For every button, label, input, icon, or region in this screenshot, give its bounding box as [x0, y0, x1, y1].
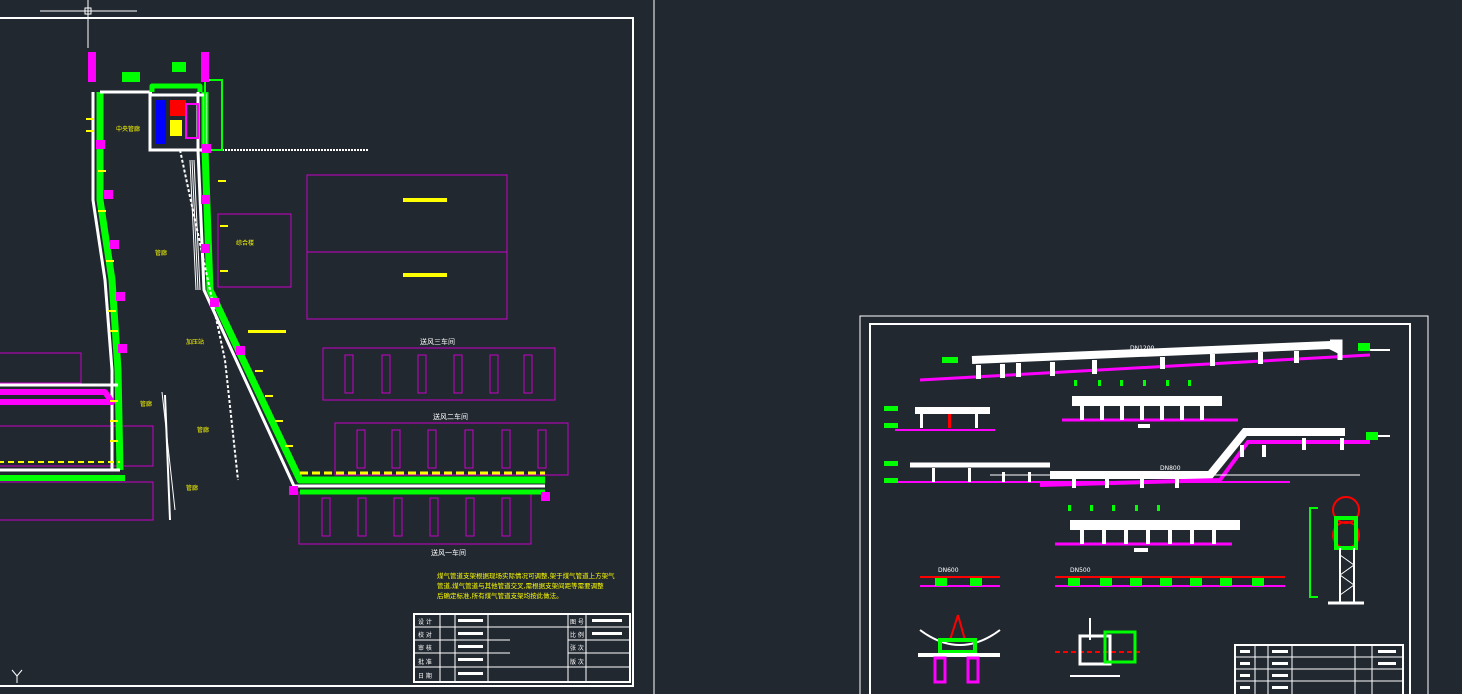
side-label-d: 综合楼 [236, 239, 254, 247]
building-yellow-marks [403, 198, 447, 277]
detail-bracket-left [918, 614, 1001, 684]
tb-right-1: 图 号 [570, 619, 584, 626]
detail-label-top: DN1200 [1130, 345, 1155, 352]
detail-elevation-top [919, 339, 1390, 382]
building-outlines [0, 174, 569, 545]
note-line-1: 煤气管道支架根据现场实际情况可调整,架于煤气管道上方架气 [437, 571, 615, 580]
tb-row-1: 设 计 [418, 618, 432, 626]
detail-riser [884, 428, 1390, 487]
crosshair-cursor-icon [40, 0, 137, 48]
right-sheet-frame [859, 315, 1429, 694]
tb-right-3: 张 次 [570, 644, 584, 652]
pipeline-main-route [0, 83, 545, 521]
tb-right-2: 比 例 [570, 631, 584, 639]
side-label-a: 加压站 [186, 338, 204, 346]
workshop-2-label: 送风二车间 [433, 412, 468, 421]
side-label-e: 管廊 [140, 400, 152, 408]
detail-short-left [884, 406, 995, 431]
detail-label-mid: DN800 [1160, 465, 1181, 472]
detail-label-cross2: DN500 [1070, 567, 1091, 574]
detail-rack-low [1055, 505, 1240, 552]
detail-rack-mid [1062, 380, 1238, 428]
general-note: 煤气管道支架根据现场实际情况可调整,架于煤气管道上方架气 管道,煤气管道与其他管… [437, 571, 615, 600]
detail-bracket-mid [1055, 618, 1140, 677]
side-label-c: 管廊 [155, 249, 167, 257]
note-line-3: 后确定标准,所有煤气管道支架均按此做法。 [437, 591, 563, 600]
titleblock-left [413, 613, 631, 683]
side-label-f: 管廊 [197, 426, 209, 434]
ucs-axis-icon [11, 669, 23, 683]
cad-drawing-canvas[interactable]: 送风三车间 送风二车间 送风一车间 综合楼 加压站 管廊 中央管廊 管廊 管廊 … [0, 0, 1462, 694]
workshop-columns [321, 354, 547, 537]
titleblock-right [1234, 644, 1404, 694]
note-line-2: 管道,煤气管道与其他管道交叉,需根据支架间距等需要调整 [437, 581, 604, 590]
side-label-h: 管廊 [186, 484, 198, 492]
tb-right-4: 版 次 [570, 658, 584, 666]
workshop-1-label: 送风一车间 [431, 548, 466, 557]
tb-row-5: 日 期 [418, 672, 432, 680]
detail-tower [1309, 496, 1364, 605]
pipe-support-markers [96, 140, 550, 501]
side-label-b: 中央管廊 [116, 125, 140, 133]
workshop-3-label: 送风三车间 [420, 337, 455, 346]
detail-cross-sections: DN600 DN500 [920, 567, 1285, 587]
detail-label-cross1: DN600 [938, 567, 959, 574]
tb-row-4: 批 准 [418, 658, 432, 666]
tb-row-2: 校 对 [418, 631, 432, 639]
tb-row-3: 审 核 [418, 644, 432, 652]
